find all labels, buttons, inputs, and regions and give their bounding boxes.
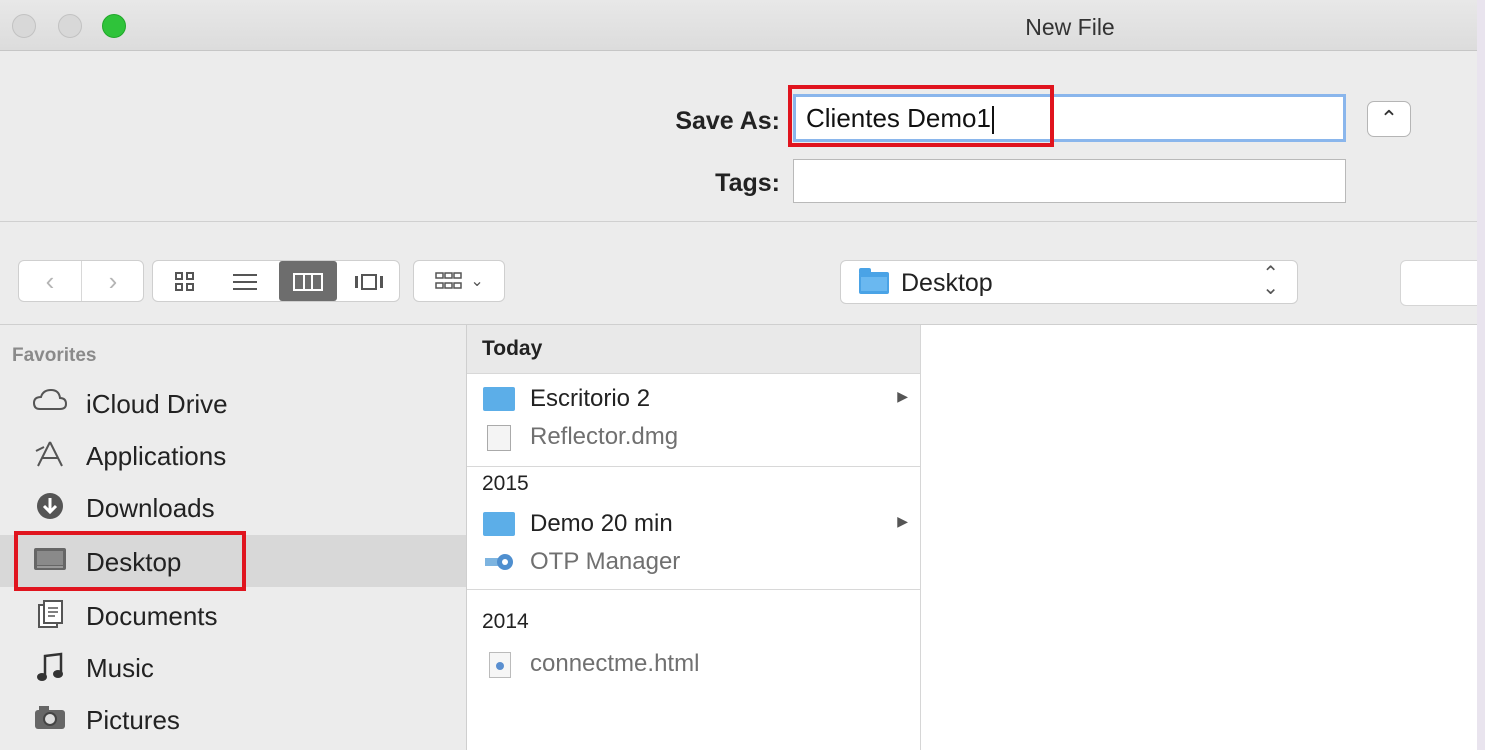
camera-icon xyxy=(30,703,70,735)
file-row-connectme[interactable]: connectme.html xyxy=(467,645,920,683)
cover-flow-icon xyxy=(355,273,383,290)
sidebar-item-label: Pictures xyxy=(86,705,180,735)
folder-icon xyxy=(483,512,515,536)
app-icon xyxy=(483,550,515,574)
sidebar-item-documents[interactable]: Documents xyxy=(0,589,466,641)
up-down-arrows-icon: ⌃ ⌄ xyxy=(1262,263,1279,299)
group-heading: Today xyxy=(467,325,920,374)
icon-view-button[interactable] xyxy=(157,261,213,301)
location-popup[interactable]: Desktop ⌃ ⌄ xyxy=(840,260,1298,304)
file-name: Escritorio 2 xyxy=(530,385,651,412)
disclosure-triangle-icon: ▶ xyxy=(897,388,908,404)
folder-icon xyxy=(859,268,889,294)
preview-column xyxy=(921,325,1477,750)
forward-button[interactable]: › xyxy=(81,261,144,301)
chevron-down-icon: ⌄ xyxy=(470,273,484,291)
save-form: Save As: Clientes Demo1 ⌃ Tags: xyxy=(0,51,1477,222)
window-title: New File xyxy=(1025,14,1115,40)
save-dialog: New File Save As: Clientes Demo1 ⌃ Tags:… xyxy=(0,0,1477,750)
arrange-button[interactable]: ⌄ xyxy=(413,260,505,302)
file-row-escritorio-2[interactable]: Escritorio 2 ▶ xyxy=(467,380,920,418)
list-view-button[interactable] xyxy=(217,261,273,301)
chevron-right-icon: › xyxy=(108,266,118,296)
file-group-today: Today Escritorio 2 ▶ Reflector.dmg xyxy=(467,325,920,467)
file-name: Reflector.dmg xyxy=(530,423,679,450)
highlight-box-desktop xyxy=(14,531,246,591)
sidebar-heading: Favorites xyxy=(12,345,97,366)
disk-image-icon xyxy=(487,425,511,451)
expand-dialog-button[interactable]: ⌃ xyxy=(1367,101,1411,137)
search-field[interactable] xyxy=(1400,260,1477,306)
icon-view-icon xyxy=(175,271,194,291)
minimize-window-button[interactable] xyxy=(58,14,82,38)
file-name: OTP Manager xyxy=(530,548,681,575)
sidebar-item-label: iCloud Drive xyxy=(86,389,228,419)
disclosure-triangle-icon: ▶ xyxy=(897,513,908,529)
file-row-otp-manager[interactable]: OTP Manager xyxy=(467,543,920,581)
download-icon xyxy=(30,491,70,523)
sidebar-item-downloads[interactable]: Downloads xyxy=(0,481,466,533)
title-bar: New File xyxy=(0,0,1477,51)
sidebar-item-label: Documents xyxy=(86,601,218,631)
column-view-button[interactable] xyxy=(279,261,337,301)
zoom-window-button[interactable] xyxy=(102,14,126,38)
sidebar-item-pictures[interactable]: Pictures xyxy=(0,693,466,745)
sidebar-item-label: Applications xyxy=(86,441,227,471)
chevron-up-icon: ⌃ xyxy=(1379,106,1399,131)
sidebar: Favorites iCloud Drive Applications Down… xyxy=(0,325,467,750)
column-view-icon xyxy=(293,272,323,291)
toolbar: ‹ › ⌄ Desktop ⌃ ⌄ xyxy=(0,222,1477,325)
html-file-icon xyxy=(489,652,511,678)
music-note-icon xyxy=(30,651,70,683)
cloud-icon xyxy=(30,387,70,419)
group-heading: 2014 xyxy=(482,610,529,633)
list-view-icon xyxy=(233,273,257,290)
file-group-2015: 2015 Demo 20 min ▶ OTP Manager xyxy=(467,465,920,590)
file-group-2014: 2014 connectme.html xyxy=(467,603,920,683)
tags-field[interactable] xyxy=(793,159,1346,203)
sidebar-item-icloud-drive[interactable]: iCloud Drive xyxy=(0,377,466,429)
applications-icon xyxy=(30,439,70,471)
sidebar-item-label: Music xyxy=(86,653,154,683)
sidebar-item-label: Downloads xyxy=(86,493,215,523)
group-heading: 2015 xyxy=(482,472,529,495)
tags-label: Tags: xyxy=(715,169,780,197)
view-mode-control xyxy=(152,260,400,302)
file-row-demo-20-min[interactable]: Demo 20 min ▶ xyxy=(467,505,920,543)
file-row-reflector[interactable]: Reflector.dmg xyxy=(467,418,920,456)
file-column: Today Escritorio 2 ▶ Reflector.dmg 2015 … xyxy=(467,325,921,750)
documents-icon xyxy=(30,599,70,631)
close-window-button[interactable] xyxy=(12,14,36,38)
back-button[interactable]: ‹ xyxy=(19,261,81,301)
sidebar-item-music[interactable]: Music xyxy=(0,641,466,693)
arrange-grid-icon xyxy=(435,272,462,289)
highlight-box-save-as xyxy=(788,85,1054,147)
location-label: Desktop xyxy=(901,269,993,297)
file-name: connectme.html xyxy=(530,650,700,677)
folder-icon xyxy=(483,387,515,411)
file-name: Demo 20 min xyxy=(530,510,673,537)
cover-flow-button[interactable] xyxy=(341,261,397,301)
chevron-left-icon: ‹ xyxy=(45,266,55,296)
save-as-label: Save As: xyxy=(675,107,780,135)
sidebar-item-applications[interactable]: Applications xyxy=(0,429,466,481)
back-forward-control: ‹ › xyxy=(18,260,144,302)
divider xyxy=(467,589,920,590)
